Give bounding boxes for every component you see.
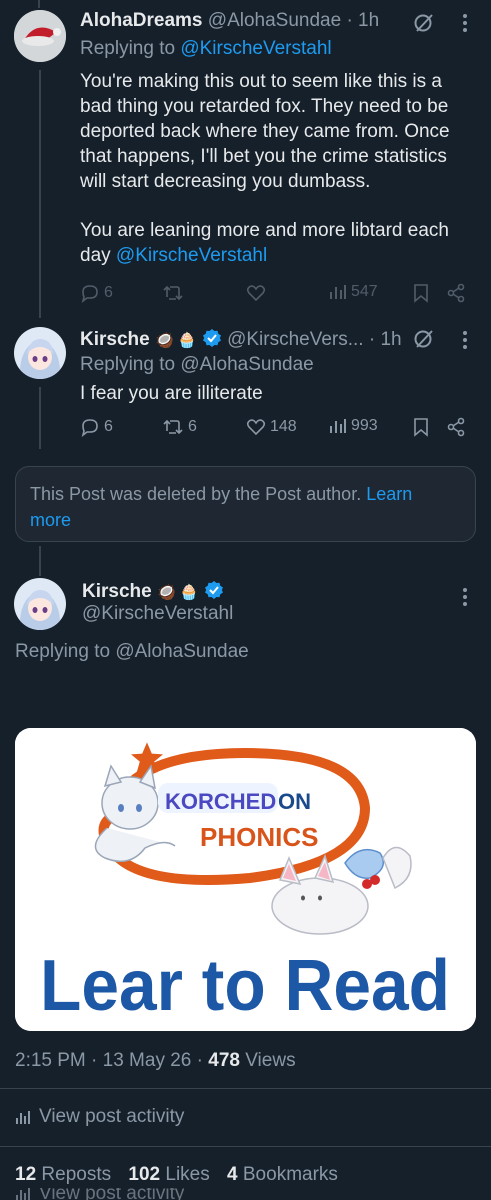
view-post-activity-button[interactable]: View post activity [15, 1106, 184, 1128]
more-options-icon[interactable] [455, 12, 475, 34]
reply-button[interactable]: 6 [80, 283, 113, 303]
heart-icon [246, 419, 266, 436]
like-button[interactable]: 148 [246, 417, 297, 437]
handle[interactable]: @KirscheVers... [227, 329, 364, 350]
learn-more-link[interactable]: Learn [366, 484, 412, 504]
heart-icon [246, 285, 266, 302]
avatar[interactable] [14, 10, 66, 62]
reply-icon [81, 419, 98, 437]
verified-badge-icon[interactable] [204, 580, 224, 600]
avatar[interactable] [14, 327, 66, 379]
tweet-text: I fear you are illiterate [80, 383, 263, 404]
tweet-text: You're making this out to seem like this… [80, 71, 450, 266]
share-icon[interactable] [446, 283, 466, 303]
bookmark-icon[interactable] [412, 283, 430, 303]
name-emoji: 🥥 🧁 [154, 332, 197, 349]
name-emoji: 🥥 🧁 [156, 584, 199, 601]
meme-image: KORCHED ON PHONICS Lear to Read [15, 728, 476, 1031]
replying-to-mention[interactable]: @KirscheVerstahl [180, 38, 331, 59]
grok-icon[interactable] [413, 328, 435, 350]
mention-link[interactable]: @KirscheVerstahl [116, 245, 267, 266]
avatar[interactable] [14, 578, 66, 630]
learn-more-link[interactable]: more [30, 510, 71, 530]
views-icon [330, 419, 346, 433]
views-button[interactable]: 993 [329, 417, 378, 435]
replying-to-label: Replying to @AlohaSundae [80, 354, 314, 375]
verified-badge-icon[interactable] [202, 328, 222, 348]
post-image[interactable]: KORCHED ON PHONICS Lear to Read [15, 728, 476, 1031]
display-name[interactable]: Kirsche [80, 329, 150, 350]
divider [0, 1088, 491, 1089]
reposts-link[interactable]: 12 Reposts [15, 1164, 111, 1185]
bookmarks-link[interactable]: 4 Bookmarks [227, 1164, 338, 1185]
repost-icon [163, 285, 183, 301]
replying-to-label: Replying to [80, 38, 181, 59]
handle[interactable]: @AlohaSundae [208, 10, 341, 31]
meme-bottom-text: Lear to Read [40, 946, 450, 1026]
timestamp[interactable]: · 1h [369, 329, 402, 350]
display-name[interactable]: Kirsche [82, 581, 152, 602]
thread-line [39, 546, 41, 576]
meme-on-text: ON [278, 789, 311, 814]
timestamp[interactable]: · 1h [346, 10, 379, 31]
santa-hat-avatar-icon [14, 10, 66, 62]
like-button[interactable] [246, 283, 266, 303]
post-timestamp[interactable]: 2:15 PM · 13 May 26 · [15, 1050, 208, 1071]
analytics-icon [16, 1111, 30, 1124]
thread-line [38, 0, 40, 8]
cutoff-post-activity: View post activity [15, 1188, 184, 1200]
more-options-icon[interactable] [455, 329, 475, 351]
repost-button[interactable]: 6 [162, 417, 197, 437]
reply-icon [81, 285, 98, 303]
anime-avatar-icon [14, 578, 66, 630]
views-label: Views [239, 1050, 296, 1071]
grok-icon[interactable] [413, 12, 435, 34]
analytics-icon [16, 1188, 30, 1200]
meme-phonics-text: PHONICS [200, 822, 318, 852]
thread-line [39, 70, 41, 318]
share-icon[interactable] [446, 417, 466, 437]
bookmark-icon[interactable] [412, 417, 430, 437]
meme-korched-text: KORCHED [165, 789, 276, 814]
views-count: 478 [208, 1050, 240, 1071]
deleted-post-notice: This Post was deleted by the Post author… [15, 466, 476, 542]
repost-button[interactable] [162, 283, 184, 303]
handle[interactable]: @KirscheVerstahl [82, 603, 233, 625]
anime-avatar-icon [14, 327, 66, 379]
display-name[interactable]: AlohaDreams [80, 10, 203, 31]
more-options-icon[interactable] [455, 586, 475, 608]
reply-button[interactable]: 6 [80, 417, 113, 437]
views-icon [330, 285, 346, 299]
repost-icon [163, 419, 183, 435]
thread-line [39, 387, 41, 449]
divider [0, 1146, 491, 1147]
views-button[interactable]: 547 [329, 283, 378, 301]
replying-to-label[interactable]: Replying to @AlohaSundae [15, 641, 249, 663]
likes-link[interactable]: 102 Likes [128, 1164, 209, 1185]
